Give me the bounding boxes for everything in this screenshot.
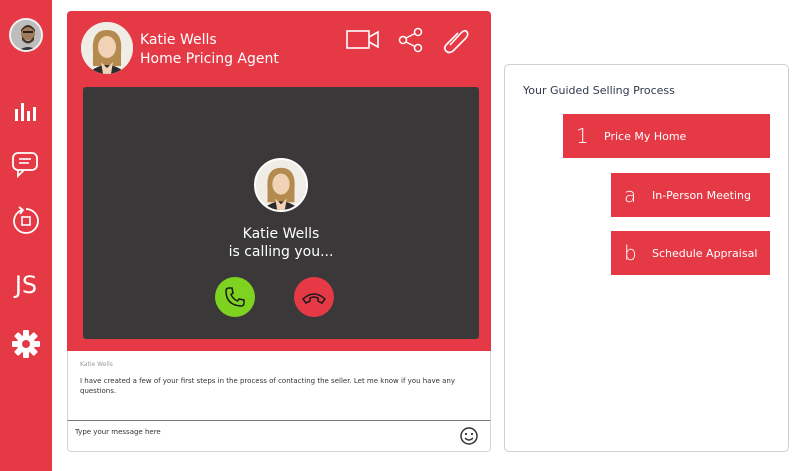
paperclip-icon[interactable]: [439, 25, 473, 55]
message-text: I have created a few of your first steps…: [80, 377, 455, 395]
chat-panel: Katie Wells Home Pricing Agent Katie Wel…: [67, 11, 491, 351]
step-number: b: [624, 241, 637, 265]
user-initials-label: JS: [14, 271, 38, 299]
decline-call-button[interactable]: [294, 277, 334, 317]
user-initials[interactable]: JS: [0, 268, 52, 302]
caller-name: Katie Wells: [242, 226, 320, 242]
agent-avatar: [81, 22, 133, 74]
share-icon[interactable]: [394, 25, 428, 55]
step-schedule-appraisal[interactable]: b Schedule Appraisal: [611, 231, 770, 275]
gear-icon[interactable]: [0, 328, 52, 360]
message-list: Katie Wells I have created a few of your…: [67, 351, 491, 421]
emoji-icon[interactable]: [459, 426, 479, 446]
step-number: a: [624, 183, 637, 207]
analytics-icon[interactable]: [0, 97, 52, 125]
refresh-process-icon[interactable]: [0, 204, 52, 238]
step-label: Price My Home: [604, 129, 687, 143]
incoming-call-screen: Katie Wells is calling you...: [83, 87, 479, 339]
message-sender: Katie Wells: [80, 361, 113, 368]
step-label: In-Person Meeting: [652, 188, 751, 202]
step-in-person-meeting[interactable]: a In-Person Meeting: [611, 173, 770, 217]
chat-icon[interactable]: [0, 150, 52, 180]
guide-title: Your Guided Selling Process: [523, 84, 675, 97]
phone-icon: [225, 287, 245, 307]
agent-role: Home Pricing Agent: [140, 51, 279, 67]
hang-up-icon: [301, 293, 327, 304]
guided-selling-panel: Your Guided Selling Process 1 Price My H…: [504, 64, 789, 452]
step-number: 1: [576, 124, 589, 148]
sidebar: JS: [0, 0, 52, 471]
step-price-my-home[interactable]: 1 Price My Home: [563, 114, 770, 158]
compose-bar: [67, 420, 491, 452]
agent-name: Katie Wells: [140, 32, 217, 48]
video-call-icon[interactable]: [346, 25, 380, 55]
user-avatar-item[interactable]: [0, 18, 52, 52]
caller-avatar: [254, 158, 308, 212]
accept-call-button[interactable]: [215, 277, 255, 317]
call-status: is calling you...: [228, 244, 334, 260]
user-avatar[interactable]: [9, 18, 43, 52]
step-label: Schedule Appraisal: [652, 246, 758, 260]
message-input[interactable]: [75, 428, 445, 436]
